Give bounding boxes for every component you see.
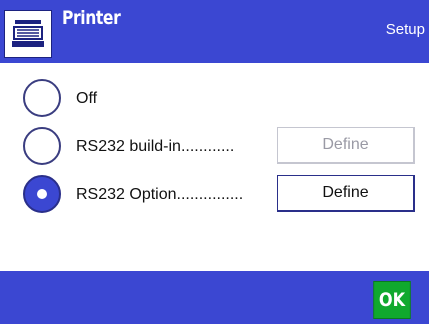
printer-options: Off RS232 build-in............ Define RS…	[0, 63, 429, 271]
printer-icon	[4, 10, 52, 58]
radio-rs232-option[interactable]	[23, 175, 61, 213]
option-label-rs232-option: RS232 Option...............	[76, 186, 244, 203]
option-rs232-option[interactable]: RS232 Option............... Define	[0, 171, 429, 221]
option-off[interactable]: Off	[0, 75, 429, 125]
ok-button[interactable]: OK	[373, 281, 411, 319]
option-label-rs232-build-in: RS232 build-in............	[76, 138, 235, 155]
section-label: Setup	[385, 21, 425, 38]
define-button-rs232-option[interactable]: Define	[277, 175, 415, 212]
bottom-bar: OK	[0, 271, 429, 324]
title-bar: Printer Setup	[0, 0, 429, 63]
option-rs232-build-in[interactable]: RS232 build-in............ Define	[0, 123, 429, 173]
define-button-rs232-build-in: Define	[277, 127, 415, 164]
page-title: Printer	[62, 7, 121, 29]
option-label-off: Off	[76, 90, 98, 107]
radio-rs232-build-in[interactable]	[23, 127, 61, 165]
radio-off[interactable]	[23, 79, 61, 117]
printer-setup-screen: Printer Setup Off RS232 build-in........…	[0, 0, 429, 324]
